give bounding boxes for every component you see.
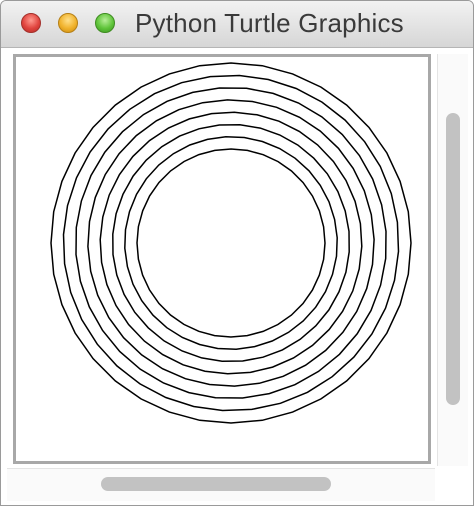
ring-polygon <box>50 62 412 424</box>
maximize-icon[interactable] <box>95 13 115 33</box>
close-icon[interactable] <box>21 13 41 33</box>
ring-polygon <box>112 124 350 362</box>
turtle-drawing <box>50 62 412 424</box>
scroll-corner <box>437 468 473 505</box>
vertical-scroll-thumb[interactable] <box>446 113 460 405</box>
ring-polygon <box>136 148 326 338</box>
ring-polygon <box>99 111 363 375</box>
title-bar[interactable]: Python Turtle Graphics <box>1 1 473 48</box>
window-title: Python Turtle Graphics <box>135 8 404 38</box>
horizontal-scroll-thumb[interactable] <box>101 477 331 491</box>
ring-polygon <box>75 87 387 399</box>
ring-polygon <box>124 136 338 350</box>
ring-polygon <box>62 74 400 412</box>
ring-polygon <box>87 99 375 387</box>
window-content <box>1 48 473 505</box>
turtle-canvas[interactable] <box>13 54 431 464</box>
turtle-window: Python Turtle Graphics <box>0 0 474 506</box>
minimize-icon[interactable] <box>58 13 78 33</box>
